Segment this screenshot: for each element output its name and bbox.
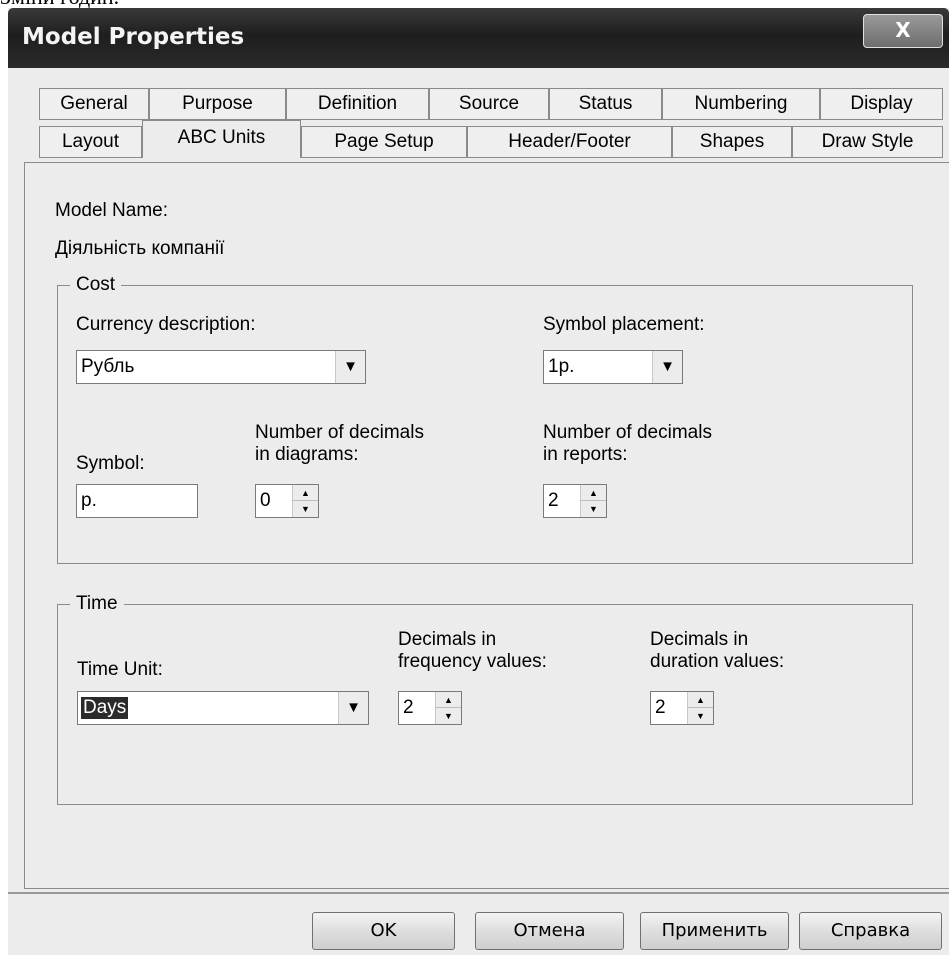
- duration-decimals-label-line1: Decimals in: [650, 629, 749, 650]
- diagram-decimals-label-line2: in diagrams:: [255, 444, 359, 465]
- tab-page-setup[interactable]: Page Setup: [301, 126, 467, 158]
- tab-source[interactable]: Source: [429, 88, 549, 120]
- dialog-title: Model Properties: [22, 24, 245, 50]
- title-bar[interactable]: Model Properties X: [8, 8, 949, 68]
- symbol-placement-value: 1р.: [548, 356, 575, 377]
- frequency-decimals-label-line2: frequency values:: [398, 651, 547, 672]
- chevron-down-icon[interactable]: ▼: [338, 692, 368, 724]
- close-button[interactable]: X: [863, 14, 943, 48]
- close-icon: X: [895, 18, 911, 42]
- time-group: Time Decimals in frequency values: Decim…: [57, 592, 913, 805]
- apply-button[interactable]: Применить: [640, 912, 789, 950]
- symbol-placement-label: Symbol placement:: [543, 314, 705, 335]
- currency-description-value: Рубль: [81, 356, 135, 377]
- spin-up-icon[interactable]: ▲: [435, 692, 461, 708]
- tab-layout[interactable]: Layout: [39, 126, 142, 158]
- chevron-down-icon[interactable]: ▼: [652, 351, 682, 383]
- duration-decimals-label-line2: duration values:: [650, 651, 785, 672]
- cost-group-label: Cost: [70, 273, 122, 297]
- report-decimals-spinner[interactable]: 2 ▲ ▼: [543, 484, 607, 518]
- abc-units-panel: Model Name: Діяльність компанії Cost Cur…: [24, 162, 949, 889]
- currency-description-combo[interactable]: Рубль ▼: [76, 350, 366, 384]
- diagram-decimals-spinner[interactable]: 0 ▲ ▼: [255, 484, 319, 518]
- time-group-label: Time: [70, 592, 124, 616]
- frequency-decimals-label-line1: Decimals in: [398, 629, 497, 650]
- symbol-label: Symbol:: [76, 453, 145, 474]
- report-decimals-label-line2: in reports:: [543, 444, 628, 465]
- model-properties-dialog: Model Properties X General Purpose Defin…: [8, 8, 949, 955]
- symbol-input-value: р.: [81, 490, 97, 511]
- tab-numbering[interactable]: Numbering: [662, 88, 820, 120]
- tab-abc-units[interactable]: ABC Units: [142, 120, 301, 158]
- frequency-decimals-value: 2: [403, 697, 414, 718]
- diagram-decimals-label-line1: Number of decimals: [255, 422, 424, 443]
- tab-shapes[interactable]: Shapes: [672, 126, 792, 158]
- currency-description-label: Currency description:: [76, 314, 256, 335]
- tab-general[interactable]: General: [39, 88, 149, 120]
- duration-decimals-value: 2: [655, 697, 666, 718]
- spin-up-icon[interactable]: ▲: [687, 692, 713, 708]
- divider: [8, 892, 949, 894]
- report-decimals-label-line1: Number of decimals: [543, 422, 712, 443]
- tab-display[interactable]: Display: [820, 88, 943, 120]
- duration-decimals-spinner[interactable]: 2 ▲ ▼: [650, 691, 714, 725]
- spin-up-icon[interactable]: ▲: [292, 485, 318, 501]
- time-unit-combo[interactable]: Days ▼: [77, 691, 369, 725]
- tab-purpose[interactable]: Purpose: [149, 88, 286, 120]
- help-button[interactable]: Справка: [799, 912, 942, 950]
- cancel-button[interactable]: Отмена: [475, 912, 624, 950]
- ok-button[interactable]: OK: [312, 912, 455, 950]
- spin-up-icon[interactable]: ▲: [580, 485, 606, 501]
- cost-group: Cost Currency description: Рубль ▼ Symbo…: [57, 273, 913, 564]
- spin-down-icon[interactable]: ▼: [435, 708, 461, 724]
- model-name-label: Model Name:: [55, 200, 168, 221]
- frequency-decimals-spinner[interactable]: 2 ▲ ▼: [398, 691, 462, 725]
- time-unit-value: Days: [81, 697, 129, 719]
- tab-header-footer[interactable]: Header/Footer: [467, 126, 672, 158]
- diagram-decimals-value: 0: [260, 490, 271, 511]
- spin-down-icon[interactable]: ▼: [580, 501, 606, 517]
- time-unit-label: Time Unit:: [77, 659, 163, 680]
- symbol-placement-combo[interactable]: 1р. ▼: [543, 350, 683, 384]
- model-name-value: Діяльність компанії: [55, 238, 225, 259]
- spin-down-icon[interactable]: ▼: [687, 708, 713, 724]
- tab-status[interactable]: Status: [549, 88, 662, 120]
- spin-down-icon[interactable]: ▼: [292, 501, 318, 517]
- report-decimals-value: 2: [548, 490, 559, 511]
- chevron-down-icon[interactable]: ▼: [335, 351, 365, 383]
- background-caption: Зміни годин.: [0, 0, 240, 8]
- symbol-input[interactable]: р.: [76, 484, 198, 518]
- tab-draw-style[interactable]: Draw Style: [792, 126, 943, 158]
- tab-definition[interactable]: Definition: [286, 88, 429, 120]
